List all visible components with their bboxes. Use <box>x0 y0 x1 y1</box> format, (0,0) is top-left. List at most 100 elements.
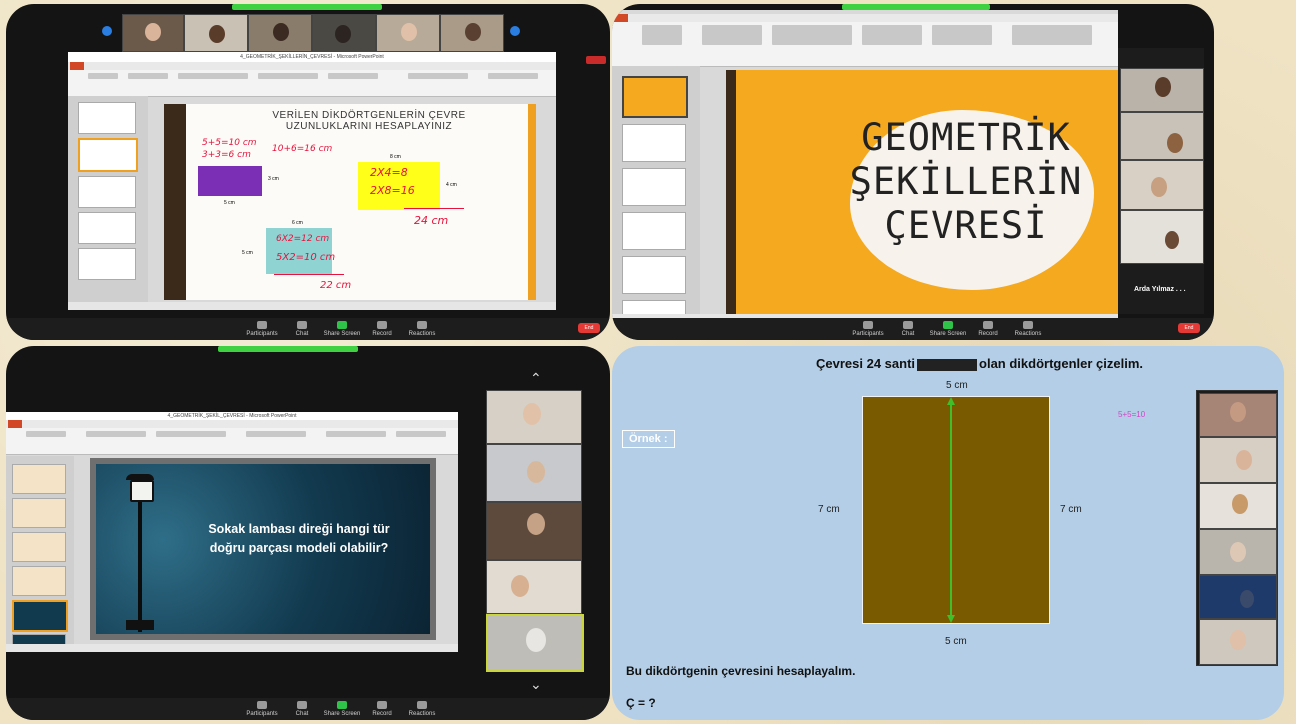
slide-heading: Çevresi 24 santi olan dikdörtgenler çizel… <box>816 356 1143 371</box>
slide-title: VERİLEN DİKDÖRTGENLERİN ÇEVRE UZUNLUKLAR… <box>272 110 466 132</box>
participants-button[interactable]: Participants <box>848 321 888 337</box>
chat-button[interactable]: Chat <box>282 321 322 337</box>
slide-thumbnail[interactable] <box>622 212 686 250</box>
share-screen-button[interactable]: Share Screen <box>322 321 362 337</box>
slide-thumbnails <box>68 96 148 302</box>
brown-rectangle <box>862 396 1050 624</box>
share-screen-button[interactable]: Share Screen <box>928 321 968 337</box>
handwritten-note: 2X4=8 <box>370 166 408 179</box>
sharing-indicator-bar <box>218 346 358 352</box>
participant-video <box>1199 619 1277 665</box>
slide-thumbnail[interactable] <box>78 212 136 244</box>
participant-video <box>1199 483 1277 529</box>
top-dimension-label: 5 cm <box>946 380 968 391</box>
participant-gallery: Arda Yılmaz . . . <box>1118 48 1204 314</box>
file-tab[interactable] <box>8 420 22 428</box>
ribbon-tabs <box>612 14 1118 22</box>
prev-page-icon[interactable] <box>102 26 112 36</box>
slide-thumbnail[interactable] <box>12 498 66 528</box>
participant-video <box>1120 68 1204 112</box>
record-icon <box>983 321 993 329</box>
end-meeting-button[interactable]: End <box>578 323 600 333</box>
slide-thumbnail[interactable] <box>78 248 136 280</box>
underline-stroke <box>404 208 464 209</box>
share-screen-icon <box>337 701 347 709</box>
record-button[interactable]: Record <box>362 701 402 717</box>
bottom-dimension-label: 5 cm <box>945 636 967 647</box>
dimension-label: 3 cm <box>268 176 279 182</box>
powerpoint-window: GEOMETRİK ŞEKİLLERİN ÇEVRESİ <box>612 10 1118 322</box>
ribbon-tabs <box>6 420 458 428</box>
chat-button[interactable]: Chat <box>282 701 322 717</box>
slide-thumbnail[interactable] <box>622 256 686 294</box>
reactions-icon <box>417 321 427 329</box>
slide-thumbnails <box>6 456 74 646</box>
share-screen-button[interactable]: Share Screen <box>322 701 362 717</box>
participants-button[interactable]: Participants <box>242 701 282 717</box>
ribbon-tabs <box>68 62 556 70</box>
powerpoint-window: 4_GEOMETRİK_ŞEKİL_ÇEVRESİ - Microsoft Po… <box>6 412 458 652</box>
slide-thumbnail[interactable] <box>78 176 136 208</box>
participant-video <box>1120 210 1204 264</box>
slide-thumbnail-selected[interactable] <box>78 138 138 172</box>
slide-canvas: VERİLEN DİKDÖRTGENLERİN ÇEVRE UZUNLUKLAR… <box>164 104 536 300</box>
participant-video <box>248 14 312 52</box>
status-bar <box>68 302 556 310</box>
reactions-button[interactable]: Reactions <box>402 321 442 337</box>
record-button[interactable]: Record <box>968 321 1008 337</box>
chevron-down-icon[interactable]: ⌄ <box>530 676 542 693</box>
zoom-toolbar: Participants Chat Share Screen Record Re… <box>612 318 1214 340</box>
end-meeting-button[interactable]: End <box>1178 323 1200 333</box>
slide-thumbnail-selected[interactable] <box>12 600 68 632</box>
slide-canvas: GEOMETRİK ŞEKİLLERİN ÇEVRESİ <box>726 70 1118 316</box>
handwritten-note: 24 cm <box>414 214 449 227</box>
file-tab[interactable] <box>614 14 628 22</box>
slide-canvas: Sokak lambası direği hangi tür doğru par… <box>96 464 430 634</box>
record-button[interactable]: Record <box>362 321 402 337</box>
floating-toolbar[interactable] <box>917 358 978 371</box>
participant-video <box>440 14 504 52</box>
file-tab[interactable] <box>70 62 84 70</box>
formula-text: Ç = ? <box>626 696 656 710</box>
participant-video <box>486 502 582 560</box>
participant-video <box>486 444 582 502</box>
zoom-toolbar: Participants Chat Share Screen Record Re… <box>6 318 610 340</box>
slide-title: GEOMETRİK ŞEKİLLERİN ÇEVRESİ <box>849 116 1083 247</box>
powerpoint-window: 4_GEOMETRİK_ŞEKİLLERİN_ÇEVRESİ - Microso… <box>68 52 556 310</box>
reactions-button[interactable]: Reactions <box>1008 321 1048 337</box>
lamp-post <box>138 492 142 632</box>
share-screen-icon <box>337 321 347 329</box>
slide-thumbnail[interactable] <box>12 566 66 596</box>
slide-thumbnail[interactable] <box>78 102 136 134</box>
slide-thumbnail-selected[interactable] <box>622 76 688 118</box>
slide-border-decoration <box>164 104 186 300</box>
slide-thumbnail[interactable] <box>12 464 66 494</box>
chat-button[interactable]: Chat <box>888 321 928 337</box>
instruction-text: Bu dikdörtgenin çevresini hesaplayalım. <box>626 664 856 678</box>
participants-icon <box>257 321 267 329</box>
participants-button[interactable]: Participants <box>242 321 282 337</box>
window-title: 4_GEOMETRİK_ŞEKİLLERİN_ÇEVRESİ - Microso… <box>68 52 556 62</box>
reactions-button[interactable]: Reactions <box>402 701 442 717</box>
chat-icon <box>297 321 307 329</box>
zoom-toolbar: Participants Chat Share Screen Record Re… <box>6 698 610 720</box>
left-dimension-label: 7 cm <box>818 504 840 515</box>
handwritten-note: 5X2=10 cm <box>276 252 336 263</box>
stop-share-button[interactable] <box>586 56 606 64</box>
chevron-up-icon[interactable]: ⌃ <box>530 370 542 387</box>
slide-thumbnail[interactable] <box>622 124 686 162</box>
participant-video <box>122 14 184 52</box>
slide-thumbnail[interactable] <box>622 168 686 206</box>
slide-border-decoration <box>528 104 536 300</box>
handwritten-note: 6X2=12 cm <box>276 234 330 244</box>
participant-video <box>184 14 248 52</box>
slide-thumbnail[interactable] <box>12 532 66 562</box>
participant-video <box>312 14 376 52</box>
chat-icon <box>297 701 307 709</box>
handwritten-note: 2X8=16 <box>370 184 415 197</box>
next-page-icon[interactable] <box>510 26 520 36</box>
dimension-label: 8 cm <box>390 154 401 160</box>
record-icon <box>377 701 387 709</box>
participant-video-active <box>486 614 584 672</box>
example-label: Örnek : <box>622 430 675 448</box>
